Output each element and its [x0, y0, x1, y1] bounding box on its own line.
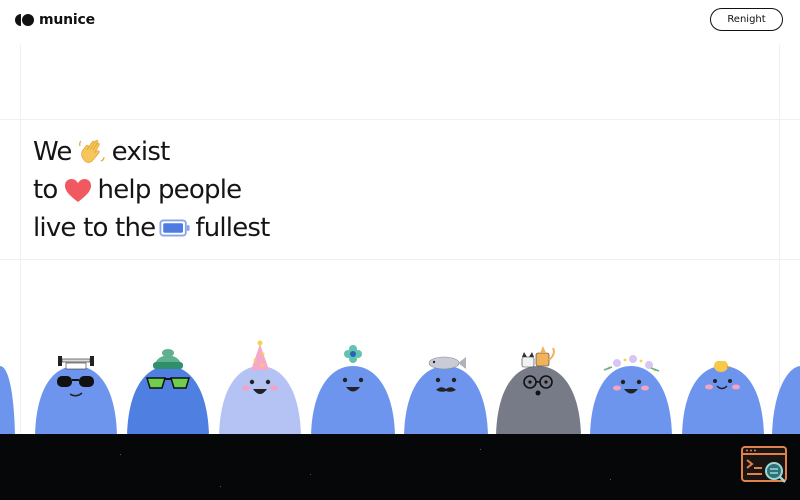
character-beanie [127, 349, 209, 436]
hero-line-2: to help people [33, 171, 270, 209]
battery-icon [159, 212, 191, 244]
waving-hand-icon [76, 136, 108, 168]
star-dot [310, 474, 311, 475]
fish-icon [428, 356, 466, 370]
flower-icon [344, 345, 362, 363]
star-dot [220, 486, 221, 487]
character-partial-right [772, 366, 800, 436]
hero-word-fullest: fullest [195, 213, 270, 243]
character-fish [404, 356, 488, 436]
characters-row [0, 340, 800, 436]
character-cats [496, 346, 581, 436]
hero-word-exist: exist [111, 137, 171, 167]
hero-word-to: to [33, 175, 58, 205]
renight-button[interactable]: Renight [710, 8, 783, 31]
star-dot [120, 454, 121, 455]
dumbbell-icon [58, 356, 94, 370]
star-dot [610, 479, 611, 480]
hero-phrase-help-people: help people [97, 175, 243, 205]
header: munice Renight [0, 0, 800, 42]
cat-icon [521, 346, 555, 368]
party-hat-icon [251, 340, 269, 370]
hero-word-we: We [33, 137, 72, 167]
character-party-hat [219, 340, 301, 436]
character-flower [311, 345, 395, 436]
logo[interactable]: munice [15, 12, 95, 28]
character-chick [682, 358, 764, 436]
character-dumbbell [35, 356, 117, 436]
hero-heading: We exist to help people live to the full… [33, 133, 270, 247]
grid-line-bottom [0, 259, 800, 260]
logo-mark-icon [15, 14, 34, 26]
character-flower-crown [590, 355, 672, 436]
grid-line-top [0, 119, 800, 120]
beanie-icon [153, 349, 183, 369]
hero-line-1: We exist [33, 133, 270, 171]
terminal-search-widget-icon[interactable] [740, 445, 790, 485]
bottom-band [0, 434, 800, 500]
hero-phrase-live-to-the: live to the [33, 213, 156, 243]
star-dot [480, 449, 481, 450]
heart-icon [62, 174, 94, 206]
logo-text: munice [39, 12, 95, 28]
character-partial-left [0, 366, 15, 436]
hero-line-3: live to the fullest [33, 209, 270, 247]
